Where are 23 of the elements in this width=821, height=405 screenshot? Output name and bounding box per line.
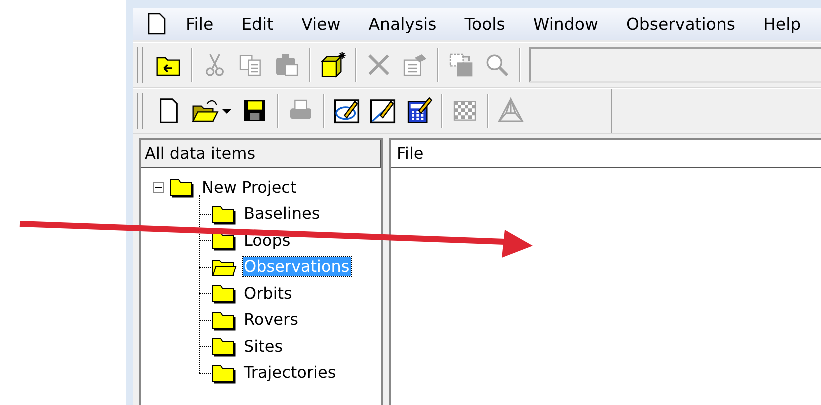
menu-item[interactable]: Edit <box>230 14 285 34</box>
menu-item[interactable]: Help <box>752 14 812 34</box>
tree-item[interactable]: Rovers <box>243 310 300 330</box>
input-field[interactable] <box>529 47 821 83</box>
column-header[interactable]: All data items <box>141 140 381 168</box>
calculator-icon[interactable] <box>405 97 433 125</box>
menu-item[interactable]: View <box>290 14 352 34</box>
menu-item[interactable]: Observations <box>615 14 747 34</box>
menu-item[interactable]: Tools <box>454 14 516 34</box>
tree-item[interactable]: Trajectories <box>243 363 338 382</box>
document-icon[interactable] <box>147 12 167 36</box>
ellipse-pencil-icon[interactable] <box>333 97 361 125</box>
tree-item[interactable]: New Project <box>201 178 298 197</box>
tree-item[interactable]: Baselines <box>243 204 322 224</box>
line-pencil-icon[interactable] <box>369 97 397 125</box>
menu-item[interactable]: Window <box>522 14 610 34</box>
tree-item[interactable]: Loops <box>243 230 292 250</box>
cube-icon[interactable] <box>319 51 347 79</box>
tree-item[interactable]: Sites <box>243 336 284 356</box>
menu-item[interactable]: File <box>175 14 225 34</box>
menu-item[interactable]: Analysis <box>358 14 448 34</box>
collapse-icon[interactable] <box>153 182 164 193</box>
tree-item[interactable]: Orbits <box>243 284 294 303</box>
